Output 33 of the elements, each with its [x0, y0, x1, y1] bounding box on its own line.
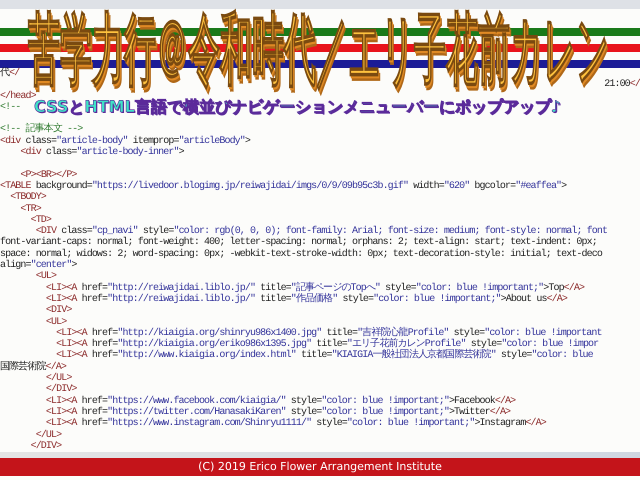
- source-code-line: <!--: [0, 102, 20, 114]
- source-code-line: </UL>: [44, 373, 72, 384]
- source-code-line: <P><BR></P>: [19, 170, 77, 181]
- source-code-line: <TBODY>: [9, 192, 46, 204]
- source-code-line: <div class="article-body-inner">: [19, 147, 184, 158]
- source-code-line: <UL>: [34, 271, 56, 283]
- source-code-line: <DIV class="cp_navi" style="color: rgb(0, 0, 0); font-family: Arial; font-size: medium; font-style: normal; font: [36, 226, 608, 238]
- banner-subtitle: CSSとHTML言語で横並びナビゲーションメニューバーにポップアップ♪: [34, 98, 561, 116]
- source-code-line: <UL>: [44, 316, 66, 328]
- source-code-line: <LI><A href="http://kiaigia.org/shinryu986x1400.jpg" title="吉祥院心龍Profile" style="color: blue !important: [55, 328, 602, 339]
- source-code-line: </head>: [0, 90, 36, 102]
- source-code-line: <LI><A href="http://reiwajidai.liblo.jp/" title="記事ページのTopへ" style="color: blue !important;">Top</A>: [44, 282, 584, 294]
- source-code-line: <LI><A href="http://reiwajidai.liblo.jp/" title="作品価格" style="color: blue !important;">About us</A>: [44, 294, 567, 305]
- source-code-line: <!-- 記事本文 -->: [0, 124, 82, 136]
- source-code-line: <LI><A href="https://www.facebook.com/kiaigia/" style="color: blue !important;">Facebook</A>: [44, 396, 516, 407]
- source-code-line: </DIV>: [30, 440, 62, 452]
- source-code-line: 国際芸術院</A>: [0, 362, 66, 373]
- source-code-line: 21:00</: [604, 79, 640, 91]
- source-code-line: align="center">: [0, 260, 77, 272]
- source-code-line: font-variant-caps: normal; font-weight: 400; letter-spacing: normal; orphans: 2; text-align: start; text-indent: 0px;: [0, 237, 597, 248]
- source-code-line: <LI><A href="http://www.kiaigia.org/index.html" title="KIAIGIA一般社団法人京都国際芸術院" style="color: blue: [55, 350, 593, 362]
- source-code-line: <LI><A href="https://twitter.com/HanasakiKaren" style="color: blue !important;">Twitter</A>: [44, 406, 510, 418]
- source-code-line: <TR>: [19, 204, 41, 215]
- source-code-line: <TD>: [30, 214, 52, 226]
- source-code-line: <TABLE background="https://livedoor.blogimg.jp/reiwajidai/imgs/0/9/09b95c3b.gif" width="620" bgcolor="#eaffea">: [0, 180, 566, 192]
- source-code-line: 代</: [0, 68, 20, 80]
- footer-copyright: (C) 2019 Erico Flower Arrangement Institute: [0, 458, 640, 476]
- source-code-line: </DIV>: [44, 384, 77, 396]
- source-code-line: </UL>: [34, 430, 62, 440]
- source-code-line: <LI><A href="https://www.instagram.com/Shinryu1111/" style="color: blue !important;">Instagram</A>: [44, 418, 546, 430]
- source-code-line: <div class="article-body" itemprop="articleBody">: [0, 136, 250, 147]
- source-code-line: space: normal; widows: 2; word-spacing: 0px; -webkit-text-stroke-width: 0px; text-decoration-style: initial; text-deco: [0, 248, 602, 260]
- source-code-line: <DIV>: [44, 305, 72, 317]
